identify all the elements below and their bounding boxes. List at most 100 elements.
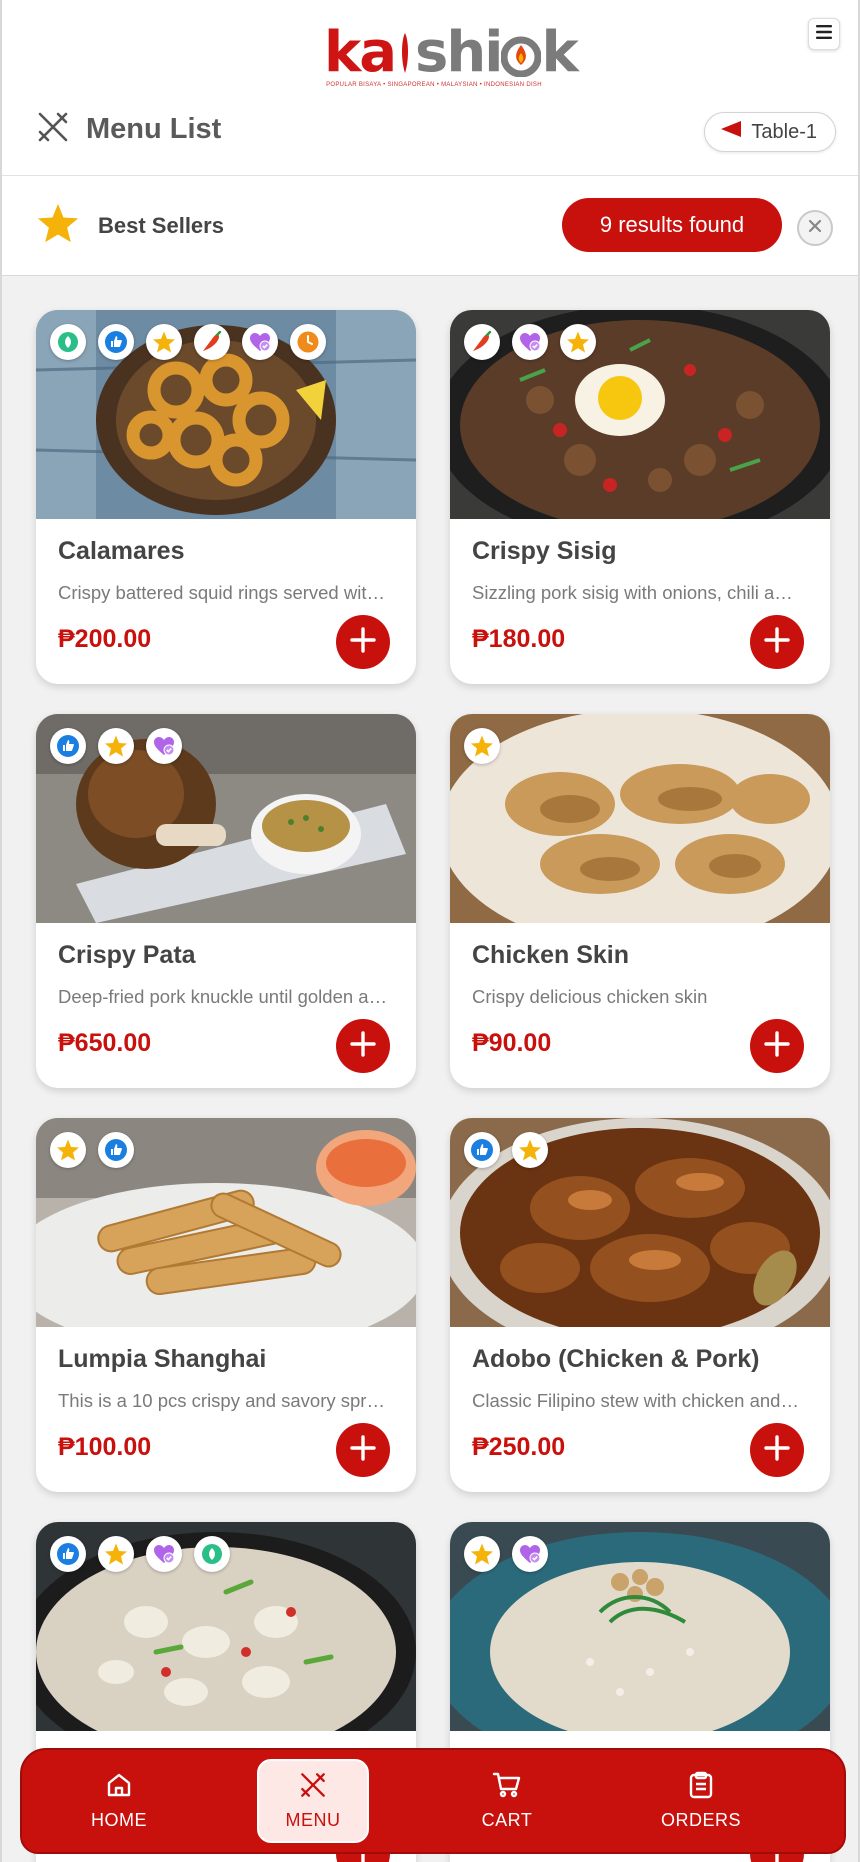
menu-item-body: Lumpia Shanghai This is a 10 pcs crispy a… bbox=[36, 1327, 416, 1492]
menu-item-price: ₱180.00 bbox=[472, 625, 566, 653]
menu-item-photo bbox=[36, 1118, 416, 1327]
thumbs-up-icon bbox=[98, 1132, 134, 1168]
star-icon bbox=[36, 202, 80, 250]
best-sellers-filter: Best Sellers bbox=[36, 202, 224, 250]
brand-logo[interactable]: ka shi k POPULAR BISAYA • SINGAPOREAN • … bbox=[324, 20, 579, 92]
menu-item-price: ₱200.00 bbox=[58, 625, 152, 653]
hamburger-menu-button[interactable] bbox=[808, 18, 840, 50]
plus-icon bbox=[348, 625, 378, 660]
logo-text-part1: ka bbox=[324, 20, 397, 85]
menu-item-name: Adobo (Chicken & Pork) bbox=[472, 1345, 760, 1373]
chili-icon bbox=[464, 324, 500, 360]
menu-item-badges bbox=[50, 728, 182, 764]
nav-label-menu: MENU bbox=[285, 1810, 341, 1830]
logo-chili-glyph bbox=[395, 26, 415, 73]
header: ka shi k POPULAR BISAYA • SINGAPOREAN • … bbox=[2, 0, 858, 176]
add-to-cart-button[interactable] bbox=[750, 615, 804, 669]
plus-icon bbox=[348, 1029, 378, 1064]
menu-item-photo bbox=[450, 714, 830, 923]
add-to-cart-button[interactable] bbox=[750, 1019, 804, 1073]
nav-item-menu[interactable]: MENU bbox=[257, 1759, 369, 1843]
menu-item-price: ₱90.00 bbox=[472, 1029, 552, 1057]
menu-item-description: Classic Filipino stew with chicken and p… bbox=[472, 1390, 802, 1411]
bottom-navigation: HOME MENU CART ORDERS bbox=[20, 1748, 846, 1854]
menu-item-photo bbox=[450, 310, 830, 519]
menu-item-card[interactable]: Chicken Skin Crispy delicious chicken ski… bbox=[450, 714, 830, 1088]
menu-item-price: ₱100.00 bbox=[58, 1433, 152, 1461]
red-flag-icon bbox=[719, 119, 743, 145]
menu-item-badges bbox=[464, 728, 500, 764]
logo-text-part3: k bbox=[541, 20, 578, 85]
menu-item-name: Crispy Sisig bbox=[472, 537, 617, 565]
add-to-cart-button[interactable] bbox=[336, 1423, 390, 1477]
utensils-crossed-icon bbox=[299, 1771, 327, 1804]
menu-item-body: Chicken Skin Crispy delicious chicken ski… bbox=[450, 923, 830, 1088]
home-icon bbox=[105, 1771, 133, 1804]
results-count-badge: 9 results found bbox=[562, 198, 782, 252]
plus-icon bbox=[762, 625, 792, 660]
menu-item-name: Lumpia Shanghai bbox=[58, 1345, 267, 1373]
veg-icon bbox=[50, 324, 86, 360]
page-title: Menu List bbox=[86, 112, 222, 145]
app-frame: ka shi k POPULAR BISAYA • SINGAPOREAN • … bbox=[0, 0, 860, 1862]
nav-label-home: HOME bbox=[91, 1810, 147, 1830]
star-icon bbox=[512, 1132, 548, 1168]
clock-icon bbox=[290, 324, 326, 360]
filter-label: Best Sellers bbox=[98, 213, 224, 238]
menu-item-badges bbox=[50, 1536, 230, 1572]
nav-item-orders[interactable]: ORDERS bbox=[604, 1759, 798, 1843]
menu-item-description: Deep-fried pork knuckle until golden and… bbox=[58, 986, 388, 1007]
menu-item-card[interactable]: Crispy Pata Deep-fried pork knuckle until… bbox=[36, 714, 416, 1088]
clear-filter-button[interactable] bbox=[797, 210, 833, 246]
star-icon bbox=[50, 1132, 86, 1168]
thumbs-up-icon bbox=[50, 1536, 86, 1572]
menu-item-body: Crispy Pata Deep-fried pork knuckle until… bbox=[36, 923, 416, 1088]
menu-item-card[interactable]: Calamares Crispy battered squid rings ser… bbox=[36, 310, 416, 684]
heart-check-icon bbox=[146, 728, 182, 764]
menu-item-description: Sizzling pork sisig with onions, chili a… bbox=[472, 582, 802, 603]
nav-label-orders: ORDERS bbox=[660, 1810, 741, 1830]
hamburger-icon bbox=[815, 24, 833, 45]
close-icon bbox=[807, 218, 823, 239]
menu-item-badges bbox=[50, 324, 326, 360]
menu-item-body: Adobo (Chicken & Pork) Classic Filipino s… bbox=[450, 1327, 830, 1492]
clipboard-icon bbox=[688, 1771, 714, 1804]
thumbs-up-icon bbox=[50, 728, 86, 764]
menu-item-badges bbox=[464, 1536, 548, 1572]
menu-item-card[interactable]: Crispy Sisig Sizzling pork sisig with oni… bbox=[450, 310, 830, 684]
chili-icon bbox=[194, 324, 230, 360]
menu-item-body: Calamares Crispy battered squid rings ser… bbox=[36, 519, 416, 684]
page-title-row: Menu List bbox=[36, 108, 221, 150]
nav-item-cart[interactable]: CART bbox=[410, 1759, 604, 1843]
nav-item-home[interactable]: HOME bbox=[22, 1759, 216, 1843]
heart-check-icon bbox=[242, 324, 278, 360]
menu-item-badges bbox=[50, 1132, 134, 1168]
table-indicator[interactable]: Table-1 bbox=[704, 112, 836, 152]
plus-icon bbox=[762, 1433, 792, 1468]
star-icon bbox=[98, 728, 134, 764]
menu-item-name: Crispy Pata bbox=[58, 941, 196, 969]
menu-item-price: ₱250.00 bbox=[472, 1433, 566, 1461]
plus-icon bbox=[348, 1433, 378, 1468]
menu-item-badges bbox=[464, 324, 596, 360]
logo-text-part2: shi bbox=[415, 20, 503, 85]
menu-item-body: Crispy Sisig Sizzling pork sisig with oni… bbox=[450, 519, 830, 684]
menu-item-description: Crispy delicious chicken skin bbox=[472, 986, 708, 1007]
star-icon bbox=[560, 324, 596, 360]
menu-item-card[interactable]: Lumpia Shanghai This is a 10 pcs crispy a… bbox=[36, 1118, 416, 1492]
menu-item-photo bbox=[36, 1522, 416, 1731]
heart-check-icon bbox=[146, 1536, 182, 1572]
plus-icon bbox=[762, 1029, 792, 1064]
add-to-cart-button[interactable] bbox=[336, 615, 390, 669]
veg-icon bbox=[194, 1536, 230, 1572]
menu-item-description: Crispy battered squid rings served with … bbox=[58, 582, 388, 603]
logo-tagline: POPULAR BISAYA • SINGAPOREAN • MALAYSIAN… bbox=[326, 82, 542, 88]
menu-item-card[interactable]: Adobo (Chicken & Pork) Classic Filipino s… bbox=[450, 1118, 830, 1492]
add-to-cart-button[interactable] bbox=[336, 1019, 390, 1073]
nav-label-cart: CART bbox=[481, 1810, 533, 1830]
thumbs-up-icon bbox=[98, 324, 134, 360]
star-icon bbox=[146, 324, 182, 360]
menu-item-photo bbox=[450, 1522, 830, 1731]
filter-bar: Best Sellers 9 results found bbox=[2, 176, 858, 276]
add-to-cart-button[interactable] bbox=[750, 1423, 804, 1477]
